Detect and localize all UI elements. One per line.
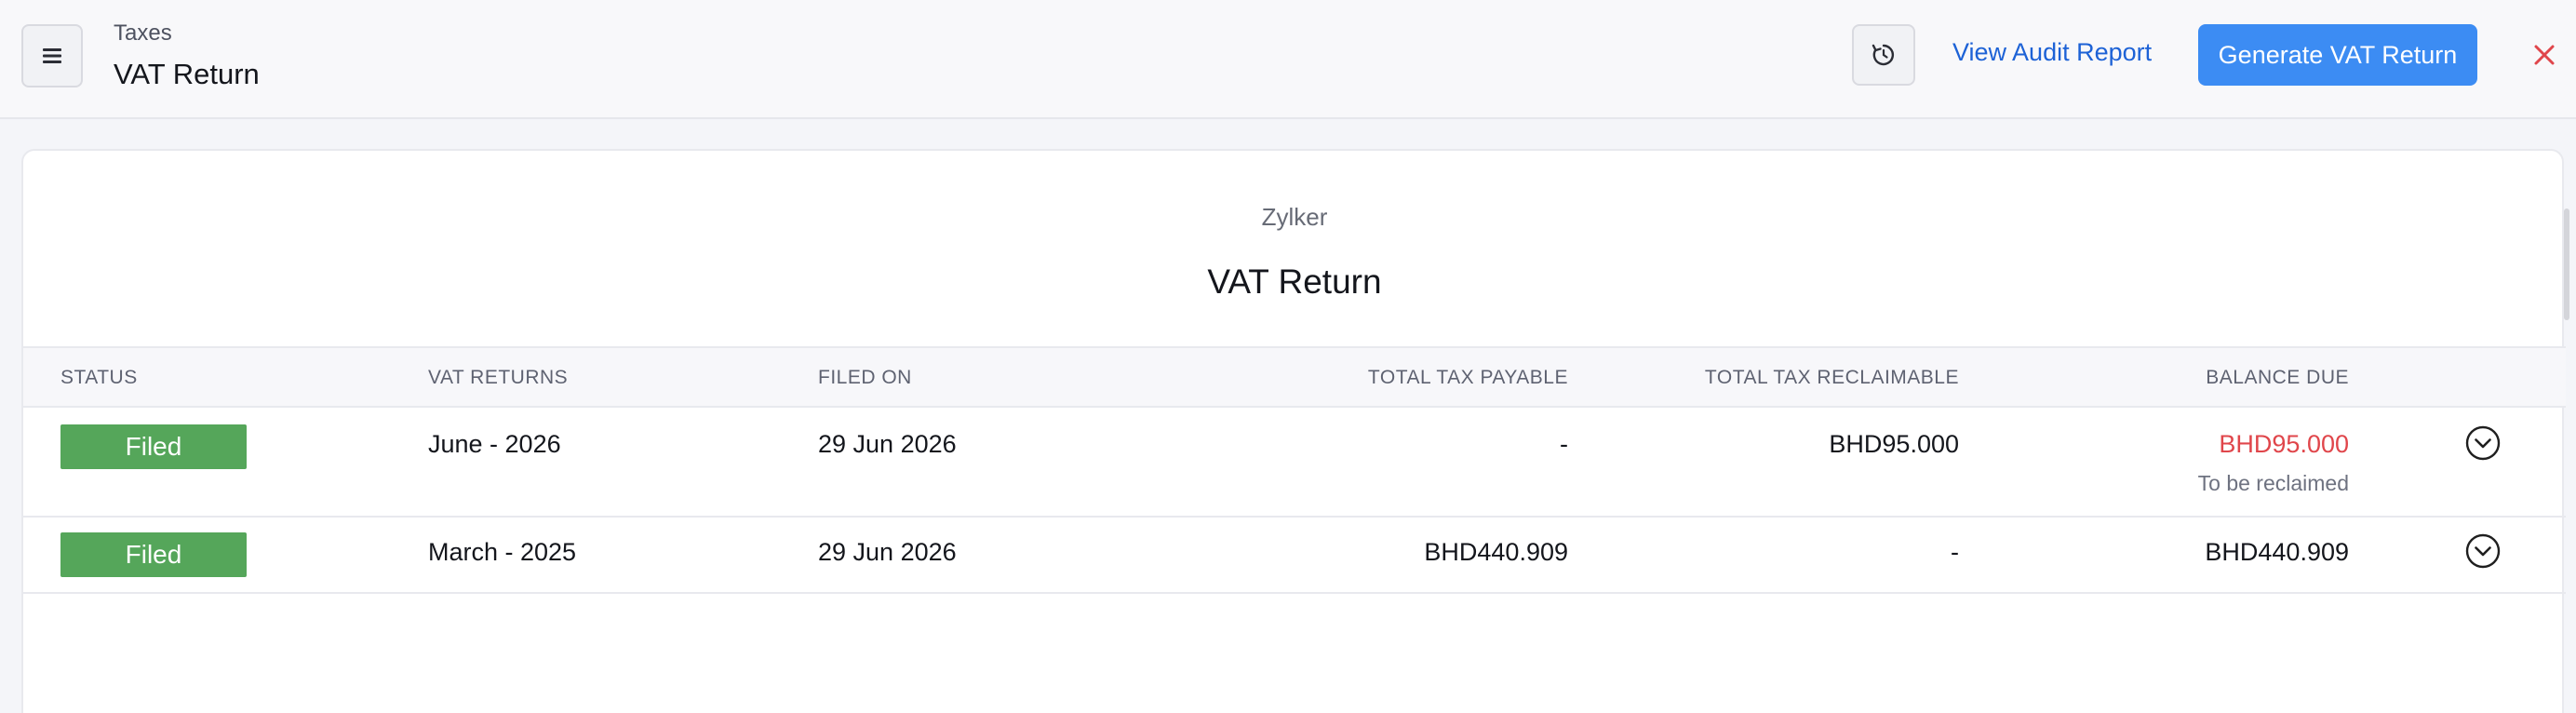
balance-due: BHD95.000: [2219, 430, 2349, 458]
expand-row-button[interactable]: [2464, 532, 2502, 570]
refresh-button[interactable]: [1852, 24, 1915, 86]
status-badge: Filed: [60, 424, 247, 469]
column-header-total-tax-reclaimable: TOTAL TAX RECLAIMABLE: [1704, 367, 1959, 388]
balance-due: BHD440.909: [2205, 538, 2349, 566]
close-icon: [2534, 45, 2555, 65]
vat-return-period-link[interactable]: March - 2025: [428, 538, 576, 567]
column-header-vat-returns: VAT RETURNS: [428, 367, 569, 388]
column-header-total-tax-payable: TOTAL TAX PAYABLE: [1367, 367, 1568, 388]
total-tax-reclaimable: -: [1951, 538, 1959, 566]
chevron-down-circle-icon: [2465, 425, 2501, 461]
refresh-icon: [1872, 44, 1895, 66]
total-tax-payable: BHD440.909: [1424, 538, 1568, 566]
chevron-down-circle-icon: [2465, 533, 2501, 569]
expand-row-button[interactable]: [2464, 424, 2502, 462]
table-row[interactable]: Filed March - 2025 29 Jun 2026 BHD440.90…: [23, 518, 2566, 594]
report-title: VAT Return: [1207, 262, 1382, 301]
close-button[interactable]: [2529, 37, 2560, 73]
breadcrumb: Taxes: [114, 20, 172, 46]
vat-return-period-link[interactable]: June - 2026: [428, 430, 561, 459]
report-card: Zylker VAT Return STATUS VAT RETURNS FIL…: [21, 149, 2566, 713]
total-tax-reclaimable: BHD95.000: [1829, 430, 1959, 458]
hamburger-menu-button[interactable]: [21, 24, 83, 87]
table-row[interactable]: Filed June - 2026 29 Jun 2026 - BHD95.00…: [23, 408, 2566, 518]
page-title: VAT Return: [114, 58, 260, 90]
organization-name: Zylker: [1261, 203, 1328, 231]
column-header-filed-on: FILED ON: [818, 367, 912, 388]
page-header: Taxes VAT Return View Audit Report Gener…: [0, 0, 2576, 119]
balance-note: To be reclaimed: [2197, 471, 2349, 495]
column-header-balance-due: BALANCE DUE: [2206, 367, 2349, 388]
hamburger-menu-icon: [43, 48, 61, 63]
filed-on-date: 29 Jun 2026: [818, 430, 957, 458]
column-header-status: STATUS: [60, 367, 138, 388]
generate-vat-return-button[interactable]: Generate VAT Return: [2198, 24, 2477, 86]
view-audit-report-link[interactable]: View Audit Report: [1952, 38, 2152, 67]
filed-on-date: 29 Jun 2026: [818, 538, 957, 566]
status-badge: Filed: [60, 532, 247, 577]
table-header: STATUS VAT RETURNS FILED ON TOTAL TAX PA…: [23, 346, 2566, 408]
total-tax-payable: -: [1560, 430, 1568, 458]
